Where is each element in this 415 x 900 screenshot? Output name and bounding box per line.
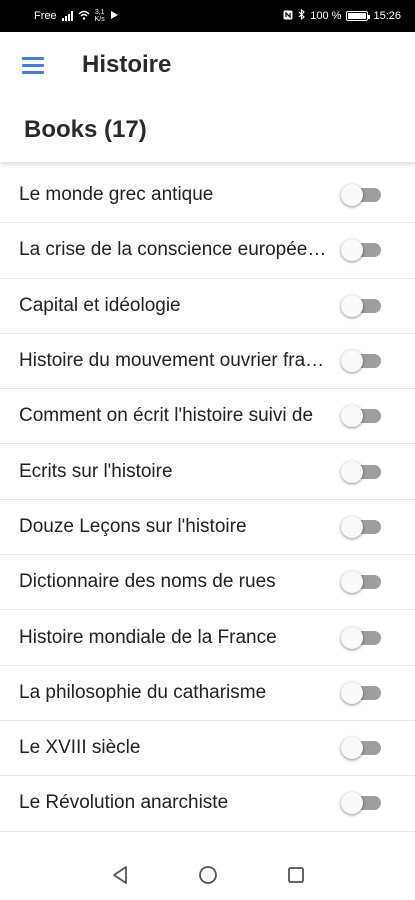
- battery-percent: 100 %: [310, 10, 342, 22]
- nfc-icon: [283, 10, 293, 23]
- book-row[interactable]: Douze Leçons sur l'histoire: [0, 500, 415, 556]
- carrier-label: Free: [34, 10, 57, 22]
- book-title: La philosophie du catharisme: [19, 681, 267, 703]
- book-row[interactable]: Histoire mondiale de la France: [0, 610, 415, 666]
- book-toggle[interactable]: [341, 294, 385, 317]
- toggle-thumb: [341, 792, 363, 815]
- book-title: La crise de la conscience européenne: [19, 239, 340, 261]
- hamburger-menu-icon[interactable]: [16, 47, 52, 83]
- book-title: Dictionnaire des noms de rues: [19, 571, 276, 593]
- toggle-thumb: [341, 239, 363, 262]
- section-header: Books (17): [0, 98, 415, 162]
- toggle-thumb: [341, 460, 363, 483]
- book-row[interactable]: Ecrits sur l'histoire: [0, 444, 415, 500]
- home-icon[interactable]: [196, 863, 220, 887]
- toggle-thumb: [341, 681, 363, 704]
- book-toggle[interactable]: [341, 460, 385, 483]
- book-title: Douze Leçons sur l'histoire: [19, 515, 247, 537]
- wifi-icon: [78, 10, 90, 23]
- network-speed: 3,1 K/s: [94, 9, 105, 23]
- book-row[interactable]: Comment on écrit l'histoire suivi de: [0, 389, 415, 445]
- book-title: Le Révolution anarchiste: [19, 792, 229, 814]
- book-row[interactable]: La crise de la conscience européenne: [0, 223, 415, 279]
- book-toggle[interactable]: [341, 184, 385, 207]
- toggle-thumb: [341, 294, 363, 317]
- app-bar: Histoire: [0, 32, 415, 98]
- book-title: Comment on écrit l'histoire suivi de: [19, 405, 314, 427]
- toggle-thumb: [341, 737, 363, 760]
- book-title: Le monde grec antique: [19, 184, 214, 206]
- book-toggle[interactable]: [341, 681, 385, 704]
- status-left: Free 3,1 K/s: [34, 9, 119, 23]
- book-toggle[interactable]: [341, 515, 385, 538]
- clock: 15:26: [373, 10, 401, 22]
- recents-icon[interactable]: [284, 863, 308, 887]
- book-toggle[interactable]: [341, 792, 385, 815]
- bluetooth-icon: [298, 8, 306, 23]
- book-toggle[interactable]: [341, 405, 385, 428]
- book-toggle[interactable]: [341, 737, 385, 760]
- book-row[interactable]: Le monde grec antique: [0, 168, 415, 224]
- toggle-thumb: [341, 350, 363, 373]
- toggle-thumb: [341, 515, 363, 538]
- book-title: Histoire du mouvement ouvrier français: [19, 350, 341, 372]
- book-row[interactable]: Capital et idéologie: [0, 279, 415, 334]
- system-nav-bar: [0, 850, 415, 900]
- page-title: Histoire: [82, 51, 172, 78]
- book-title: Ecrits sur l'histoire: [19, 460, 173, 482]
- book-toggle[interactable]: [341, 239, 385, 262]
- status-bar: Free 3,1 K/s 100 % 15:26: [0, 0, 415, 32]
- book-row[interactable]: Le XVIII siècle: [0, 721, 415, 777]
- toggle-thumb: [341, 626, 363, 649]
- signal-icon: [61, 11, 73, 21]
- book-row[interactable]: Le Révolution anarchiste: [0, 776, 415, 832]
- play-store-icon: [110, 10, 119, 23]
- book-title: Le XVIII siècle: [19, 737, 141, 759]
- back-icon[interactable]: [108, 863, 132, 887]
- book-row[interactable]: Dictionnaire des noms de rues: [0, 555, 415, 611]
- book-title: Capital et idéologie: [19, 294, 181, 316]
- toggle-thumb: [341, 571, 363, 594]
- book-row[interactable]: Histoire du mouvement ouvrier français: [0, 334, 415, 390]
- toggle-thumb: [341, 184, 363, 207]
- book-list[interactable]: Le monde grec antique La crise de la cons…: [0, 168, 415, 850]
- book-toggle[interactable]: [341, 626, 385, 649]
- toggle-thumb: [341, 405, 363, 428]
- book-row[interactable]: La philosophie du catharisme: [0, 666, 415, 721]
- book-toggle[interactable]: [341, 571, 385, 594]
- book-title: Histoire mondiale de la France: [19, 626, 277, 648]
- book-toggle[interactable]: [341, 350, 385, 373]
- battery-icon: [346, 11, 371, 21]
- status-right: 100 % 15:26: [283, 8, 401, 23]
